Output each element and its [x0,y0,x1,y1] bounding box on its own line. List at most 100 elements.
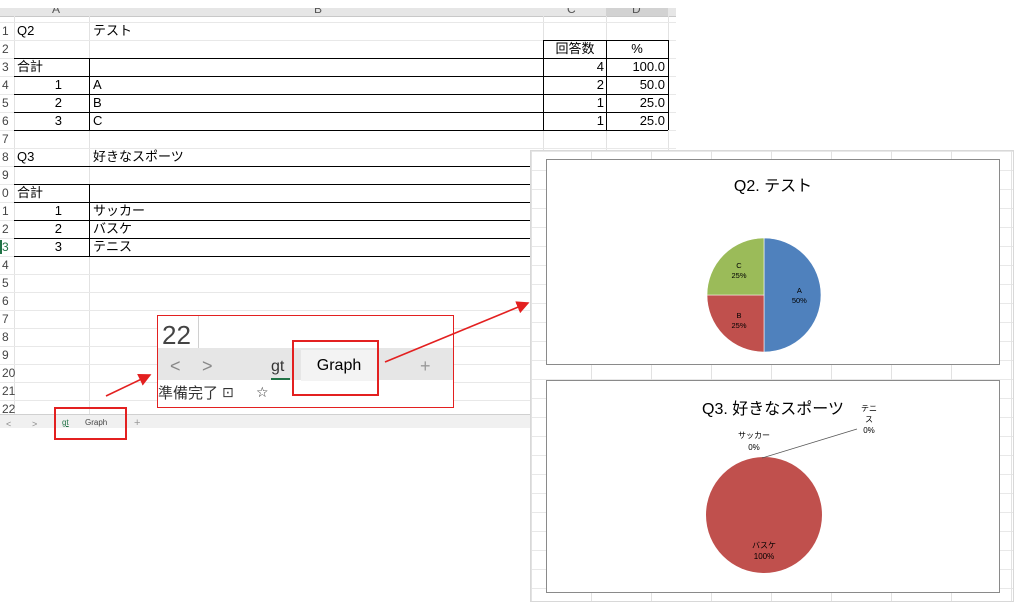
cell-a-row-8[interactable]: Q3 [17,148,87,166]
pie-percent-label-1: 25% [732,321,747,330]
prev-sheet-button[interactable]: < [6,419,11,428]
column-header-c[interactable]: C [567,8,576,16]
row-number[interactable]: 0 [0,186,16,200]
tennis-leader-line [761,428,858,459]
chart-q3-svg: サッカー 0% テニス 0% バスケ 100% [706,404,877,573]
table-border [668,40,669,130]
pie-category-label-2: C [736,261,742,270]
cell-b-row-1[interactable]: テスト [93,22,533,40]
column-header-d[interactable]: D [632,8,641,16]
cell-b-row-6[interactable]: C [93,112,533,130]
callout-box-tabs [54,407,127,440]
row-number[interactable]: 7 [0,132,16,146]
chart-q2[interactable]: Q2. テスト A 50% B 25% C 25% [546,159,1000,365]
cell-b-row-4[interactable]: A [93,76,533,94]
callout-box-graph-tab [292,340,379,396]
pie-percent-label-0: 50% [792,296,807,305]
pie-category-label-1: バスケ [752,541,776,550]
column-header-bar: A B C D [0,8,676,17]
row-number[interactable]: 20 [0,366,16,380]
zoom-add-sheet-button[interactable]: + [420,356,431,377]
cell-d-row-6[interactable]: 25.0 [609,112,665,130]
pie-percent-label-0: 0% [748,443,760,452]
row-number[interactable]: 4 [0,78,16,92]
row-number[interactable]: 6 [0,114,16,128]
table-border [89,184,90,256]
pie-percent-label-2: 0% [863,426,875,435]
next-sheet-button[interactable]: > [32,419,37,428]
row-number[interactable]: 2 [0,42,16,56]
table-border [14,184,543,185]
row-number[interactable]: 2 [0,222,16,236]
cell-c-row-5[interactable]: 1 [546,94,604,112]
cell-a-row-3[interactable]: 合計 [17,58,87,76]
graph-grid-row [531,151,1013,152]
row-number[interactable]: 5 [0,96,16,110]
row-number[interactable]: 3 [0,60,16,74]
cell-a-row-1[interactable]: Q2 [17,22,87,40]
zoom-active-tab-underline [271,378,290,380]
row-number[interactable]: 3 [0,240,16,254]
pie-category-label-0: サッカー [738,431,770,440]
cell-a-row-13[interactable]: 3 [18,238,62,256]
pie-category-label-2-line2: ス [865,415,873,424]
cell-c-row-3[interactable]: 4 [546,58,604,76]
row-number[interactable]: 5 [0,276,16,290]
row-number[interactable]: 6 [0,294,16,308]
row-number[interactable]: 1 [0,24,16,38]
zoom-next-sheet-button[interactable]: > [202,356,213,377]
cell-b-row-12[interactable]: バスケ [93,220,533,238]
cell-d-row-2[interactable]: % [609,40,665,58]
status-ready-text: 準備完了 [158,385,219,402]
zoom-cell-divider [198,316,199,350]
pie-percent-label-2: 25% [732,271,747,280]
row-number[interactable]: 1 [0,204,16,218]
table-border [606,40,607,130]
cell-b-row-5[interactable]: B [93,94,533,112]
row-number[interactable]: 21 [0,384,16,398]
graph-sheet: Q2. テスト A 50% B 25% C 25% Q3. 好きなスポーツ サッカー 0% テ… [530,150,1014,602]
graph-grid-col [1011,151,1012,601]
cell-b-row-11[interactable]: サッカー [93,202,533,220]
pie-slice-0[interactable] [763,237,822,353]
cell-a-row-6[interactable]: 3 [18,112,62,130]
cell-b-row-13[interactable]: テニス [93,238,533,256]
pie-category-label-2-line1: テニ [861,404,877,413]
row-number[interactable]: 9 [0,348,16,362]
add-sheet-button[interactable]: + [134,417,140,428]
cell-b-row-8[interactable]: 好きなスポーツ [93,148,533,166]
chart-q2-svg: A50%B25%C25% [706,237,822,353]
cell-c-row-4[interactable]: 2 [546,76,604,94]
table-border [543,40,544,130]
table-border [89,58,90,130]
cell-d-row-4[interactable]: 50.0 [609,76,665,94]
row-number[interactable]: 7 [0,312,16,326]
cell-c-row-2[interactable]: 回答数 [546,40,604,58]
zoom-cell-value: 22 [162,320,191,350]
accessibility-icon[interactable]: ☆ [256,384,269,401]
row-number[interactable]: 9 [0,168,16,182]
zoom-prev-sheet-button[interactable]: < [170,356,181,377]
cell-a-row-10[interactable]: 合計 [17,184,87,202]
cell-a-row-5[interactable]: 2 [18,94,62,112]
table-border [14,130,668,131]
row-number[interactable]: 4 [0,258,16,272]
cell-a-row-11[interactable]: 1 [18,202,62,220]
cell-d-row-5[interactable]: 25.0 [609,94,665,112]
cell-a-row-12[interactable]: 2 [18,220,62,238]
cell-d-row-3[interactable]: 100.0 [609,58,665,76]
pie-percent-label-1: 100% [754,552,774,561]
cell-a-row-4[interactable]: 1 [18,76,62,94]
chart-q3[interactable]: Q3. 好きなスポーツ サッカー 0% テニス 0% バスケ 100% [546,380,1000,593]
column-header-a[interactable]: A [52,8,60,16]
table-border [14,256,543,257]
column-header-b[interactable]: B [314,8,322,16]
cell-c-row-6[interactable]: 1 [546,112,604,130]
row-number[interactable]: 8 [0,330,16,344]
pie-category-label-0: A [797,286,802,295]
macro-record-icon[interactable]: ⊡ [222,384,234,401]
zoom-sheet-tab-gt[interactable]: gt [271,358,284,376]
row-number[interactable]: 8 [0,150,16,164]
graph-grid-col [531,151,532,601]
table-border [14,166,543,167]
